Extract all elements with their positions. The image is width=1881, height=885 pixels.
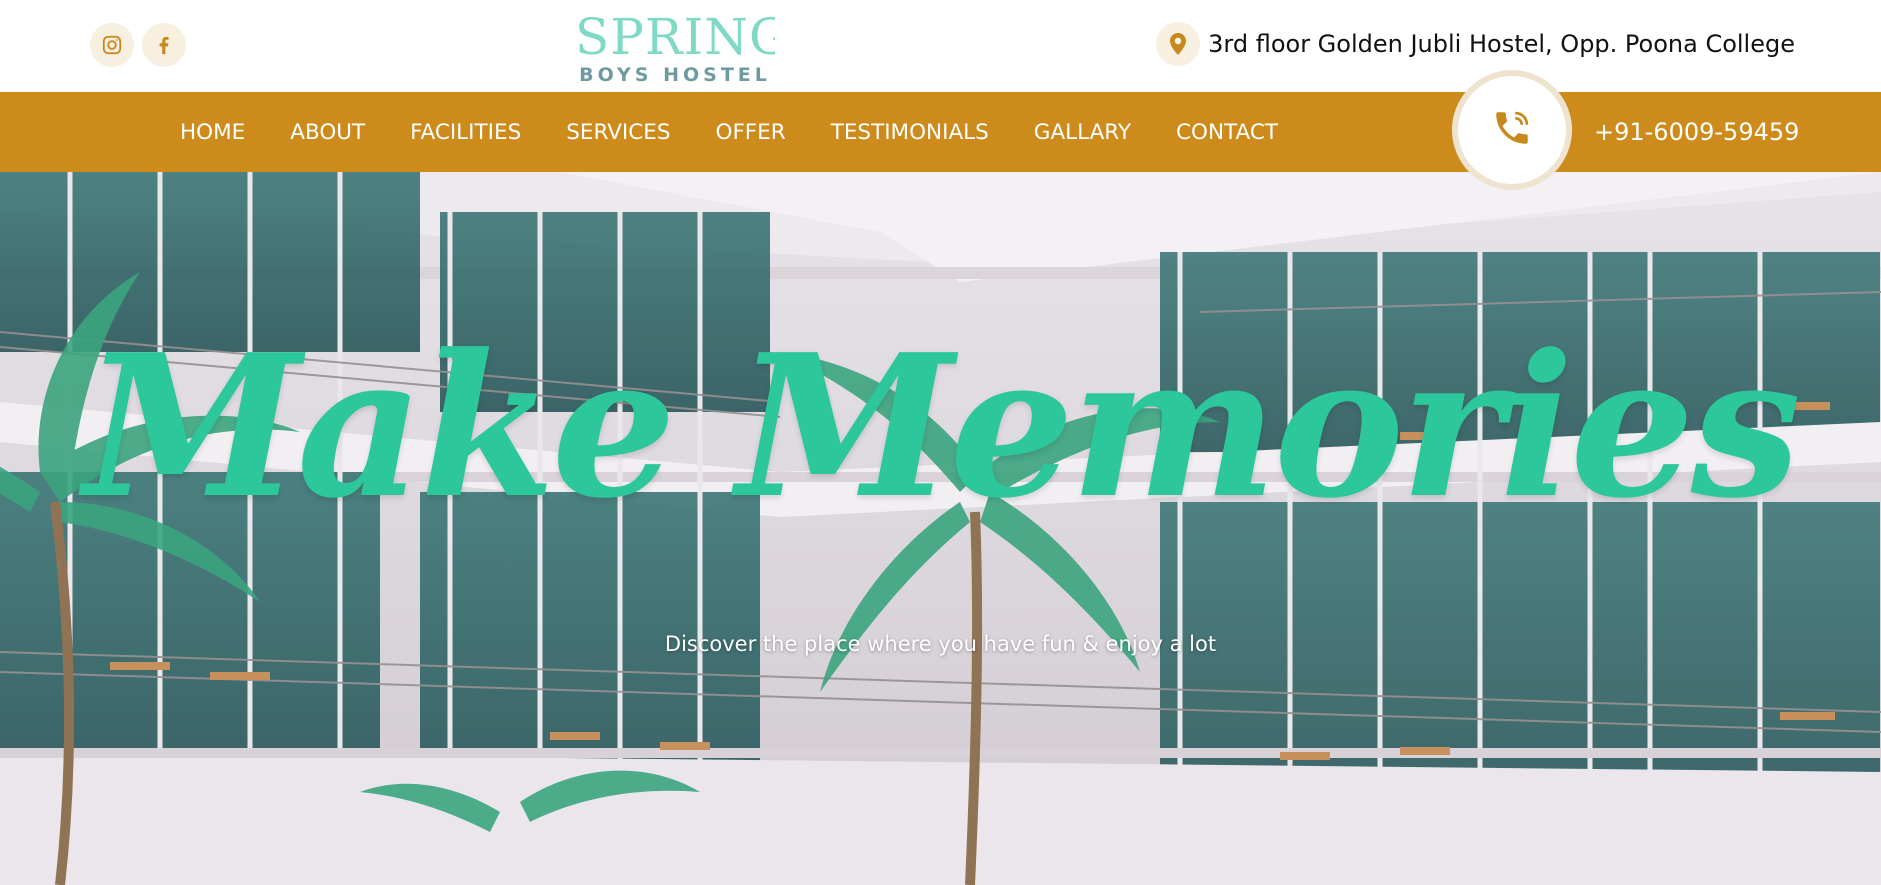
social-links [90,23,186,67]
nav-item-about[interactable]: ABOUT [290,120,365,145]
logo[interactable]: SPRING BOYS HOSTEL [575,10,775,82]
nav-item-home[interactable]: HOME [180,120,245,145]
nav-item-testimonials[interactable]: TESTIMONIALS [831,120,989,145]
facebook-icon [153,34,175,56]
instagram-link[interactable] [90,23,134,67]
hero-banner: Make Memories Discover the place where y… [0,172,1881,885]
phone-number[interactable]: +91-6009-59459 [1594,92,1799,172]
nav-item-contact[interactable]: CONTACT [1176,120,1278,145]
nav-item-services[interactable]: SERVICES [566,120,670,145]
address-block: 3rd floor Golden Jubli Hostel, Opp. Poon… [1156,22,1795,66]
nav-item-gallary[interactable]: GALLARY [1034,120,1131,145]
top-bar: SPRING BOYS HOSTEL 3rd floor Golden Jubl… [0,0,1881,92]
hero-headline: Make Memories [83,312,1801,542]
instagram-icon [101,34,123,56]
call-button[interactable] [1452,70,1572,190]
location-pin-icon [1156,22,1201,66]
hero-subline: Discover the place where you have fun & … [664,632,1217,656]
logo-subtitle: BOYS HOSTEL [579,64,771,83]
address-text: 3rd floor Golden Jubli Hostel, Opp. Poon… [1208,30,1795,58]
nav-menu: HOME ABOUT FACILITIES SERVICES OFFER TES… [180,92,1278,172]
nav-item-offer[interactable]: OFFER [716,120,786,145]
facebook-link[interactable] [142,23,186,67]
phone-ringing-icon [1491,107,1533,154]
nav-item-facilities[interactable]: FACILITIES [410,120,521,145]
logo-title: SPRING [575,10,775,66]
